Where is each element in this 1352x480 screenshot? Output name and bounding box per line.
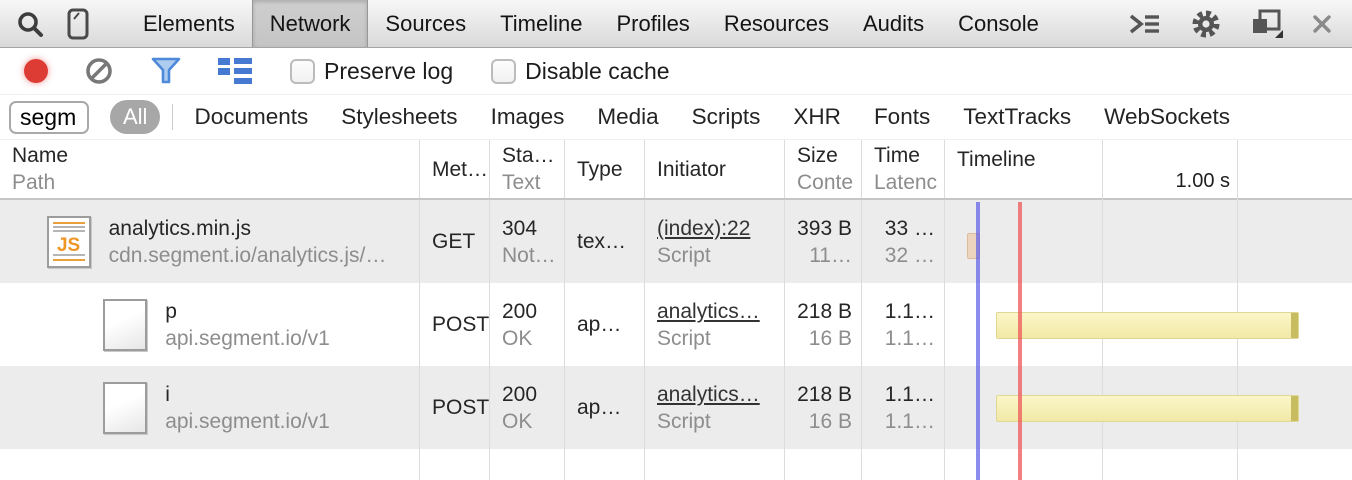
preserve-log-checkbox[interactable] xyxy=(290,59,315,84)
table-row[interactable]: JS analytics.min.js cdn.segment.io/analy… xyxy=(0,200,1352,283)
large-rows-icon[interactable] xyxy=(218,57,252,85)
request-name-cell[interactable]: i api.segment.io/v1 xyxy=(0,366,420,449)
initiator-link[interactable]: analytics… xyxy=(657,298,784,325)
table-row[interactable]: i api.segment.io/v1 POST 200OK ap… analy… xyxy=(0,366,1352,449)
tab-resources[interactable]: Resources xyxy=(707,0,846,47)
column-header-type[interactable]: Type xyxy=(565,140,645,198)
timeline-cell xyxy=(945,283,1352,366)
clear-icon[interactable] xyxy=(84,56,114,86)
filter-type-documents[interactable]: Documents xyxy=(194,104,308,130)
disable-cache-checkbox[interactable] xyxy=(491,59,516,84)
filter-type-all[interactable]: All xyxy=(110,100,160,134)
initiator-link[interactable]: analytics… xyxy=(657,381,784,408)
request-name: i xyxy=(165,381,330,408)
filter-type-websockets[interactable]: WebSockets xyxy=(1104,104,1230,130)
type-cell: ap… xyxy=(565,283,645,366)
tab-timeline[interactable]: Timeline xyxy=(483,0,599,47)
tab-profiles[interactable]: Profiles xyxy=(599,0,706,47)
method-cell: GET xyxy=(420,200,490,283)
record-icon[interactable] xyxy=(24,59,48,83)
status-cell: 200OK xyxy=(490,283,565,366)
preserve-log-label: Preserve log xyxy=(324,58,453,85)
device-mode-icon[interactable] xyxy=(66,8,90,40)
type-cell: ap… xyxy=(565,366,645,449)
close-icon[interactable] xyxy=(1312,14,1332,34)
size-cell: 393 B11… xyxy=(785,200,862,283)
status-cell: 304Not… xyxy=(490,200,565,283)
devtools-tab-bar: Elements Network Sources Timeline Profil… xyxy=(0,0,1352,48)
table-row[interactable]: p api.segment.io/v1 POST 200OK ap… analy… xyxy=(0,283,1352,366)
time-cell: 1.1…1.1… xyxy=(862,283,945,366)
initiator-cell: (index):22 Script xyxy=(645,200,785,283)
filter-type-stylesheets[interactable]: Stylesheets xyxy=(341,104,457,130)
timeline-cell xyxy=(945,200,1352,283)
panel-tabs: Elements Network Sources Timeline Profil… xyxy=(126,0,1056,47)
request-path: api.segment.io/v1 xyxy=(165,408,330,435)
tab-sources[interactable]: Sources xyxy=(368,0,483,47)
table-header: NamePath Met… Sta…Text Type Initiator Si… xyxy=(0,140,1352,200)
size-cell: 218 B16 B xyxy=(785,366,862,449)
file-icon xyxy=(103,299,147,351)
filter-type-texttracks[interactable]: TextTracks xyxy=(963,104,1071,130)
filter-bar: All Documents Stylesheets Images Media S… xyxy=(0,95,1352,140)
status-cell: 200OK xyxy=(490,366,565,449)
filter-type-images[interactable]: Images xyxy=(491,104,565,130)
request-name: analytics.min.js xyxy=(109,215,387,242)
settings-gear-icon[interactable] xyxy=(1190,8,1222,40)
column-header-size[interactable]: SizeConte xyxy=(785,140,862,198)
column-header-timeline[interactable]: Timeline xyxy=(945,140,1352,198)
filter-separator xyxy=(172,104,173,130)
tab-elements[interactable]: Elements xyxy=(126,0,252,47)
devtools-window: Elements Network Sources Timeline Profil… xyxy=(0,0,1352,480)
column-header-method[interactable]: Met… xyxy=(420,140,490,198)
timeline-cell xyxy=(945,366,1352,449)
search-icon[interactable] xyxy=(16,10,44,38)
size-cell: 218 B16 B xyxy=(785,283,862,366)
time-cell: 33 …32 … xyxy=(862,200,945,283)
dock-window-icon[interactable] xyxy=(1250,9,1284,39)
request-name: p xyxy=(165,298,330,325)
filter-funnel-icon[interactable] xyxy=(150,56,182,86)
initiator-link[interactable]: (index):22 xyxy=(657,215,784,242)
tab-network[interactable]: Network xyxy=(252,0,369,47)
method-cell: POST xyxy=(420,366,490,449)
requests-table: NamePath Met… Sta…Text Type Initiator Si… xyxy=(0,140,1352,480)
request-name-cell[interactable]: JS analytics.min.js cdn.segment.io/analy… xyxy=(0,200,420,283)
initiator-cell: analytics… Script xyxy=(645,366,785,449)
request-name-cell[interactable]: p api.segment.io/v1 xyxy=(0,283,420,366)
network-toolbar: Preserve log Disable cache xyxy=(0,48,1352,95)
column-header-name[interactable]: NamePath xyxy=(0,140,420,198)
console-drawer-icon[interactable] xyxy=(1128,12,1162,36)
column-header-status[interactable]: Sta…Text xyxy=(490,140,565,198)
filter-input[interactable] xyxy=(9,101,89,134)
column-header-initiator[interactable]: Initiator xyxy=(645,140,785,198)
tab-console[interactable]: Console xyxy=(941,0,1056,47)
filter-type-fonts[interactable]: Fonts xyxy=(874,104,930,130)
type-cell: tex… xyxy=(565,200,645,283)
request-path: cdn.segment.io/analytics.js/… xyxy=(109,242,387,269)
initiator-cell: analytics… Script xyxy=(645,283,785,366)
file-icon xyxy=(103,382,147,434)
filter-type-media[interactable]: Media xyxy=(597,104,658,130)
js-file-icon: JS xyxy=(47,216,91,268)
empty-rows-area xyxy=(0,449,1352,480)
disable-cache-label: Disable cache xyxy=(525,58,669,85)
method-cell: POST xyxy=(420,283,490,366)
filter-type-xhr[interactable]: XHR xyxy=(793,104,841,130)
column-header-time[interactable]: TimeLatenc xyxy=(862,140,945,198)
time-cell: 1.1…1.1… xyxy=(862,366,945,449)
filter-type-scripts[interactable]: Scripts xyxy=(692,104,761,130)
request-path: api.segment.io/v1 xyxy=(165,325,330,352)
tab-audits[interactable]: Audits xyxy=(846,0,941,47)
